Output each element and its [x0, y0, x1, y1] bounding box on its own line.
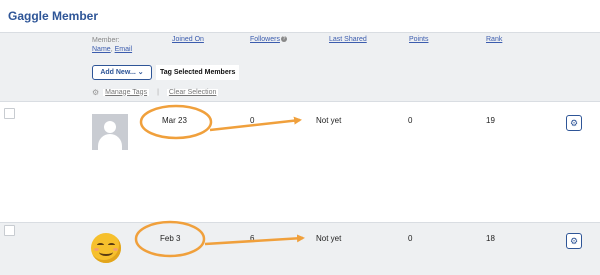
- points-cell: 0: [408, 116, 413, 125]
- followers-cell: 0: [250, 116, 255, 125]
- table-row: [0, 222, 600, 275]
- row-checkbox[interactable]: [4, 225, 15, 236]
- sort-by-name-link[interactable]: Name: [92, 46, 111, 53]
- points-cell: 0: [408, 234, 413, 243]
- followers-header-label: Followers: [250, 36, 280, 43]
- member-column-label: Member:: [92, 37, 120, 44]
- manage-tags-link[interactable]: Manage Tags: [103, 88, 150, 96]
- column-header-followers[interactable]: Followers?: [250, 36, 287, 43]
- clear-selection-link[interactable]: Clear Selection: [166, 88, 219, 96]
- gear-icon: ⚙: [569, 236, 579, 246]
- row-divider: [0, 205, 600, 222]
- followers-cell: 6: [250, 234, 255, 243]
- rank-cell: 19: [486, 116, 495, 125]
- rank-cell: 18: [486, 234, 495, 243]
- default-avatar-icon: [92, 114, 128, 150]
- chevron-down-icon: ⌄: [137, 69, 144, 76]
- column-header-member: Member: Name, Email: [92, 36, 132, 54]
- joined-on-cell: Mar 23: [162, 116, 187, 125]
- table-row: [0, 103, 600, 205]
- help-icon[interactable]: ?: [280, 36, 287, 42]
- row-checkbox[interactable]: [4, 108, 15, 119]
- column-header-joined-on[interactable]: Joined On: [172, 36, 204, 43]
- add-new-label: Add New...: [100, 69, 136, 76]
- joined-on-cell: Feb 3: [160, 234, 181, 243]
- separator: |: [157, 88, 159, 96]
- tag-actions: ⚙ Manage Tags | Clear Selection: [92, 86, 219, 98]
- page-title: Gaggle Member: [8, 9, 99, 23]
- table-header: [0, 32, 600, 102]
- row-settings-button[interactable]: ⚙: [566, 233, 582, 249]
- gear-icon: ⚙: [569, 118, 579, 128]
- column-header-rank[interactable]: Rank: [486, 36, 502, 43]
- add-new-button[interactable]: Add New... ⌄: [92, 65, 152, 80]
- smiley-emoji-avatar: [91, 233, 121, 263]
- last-shared-cell: Not yet: [316, 116, 342, 125]
- column-header-points[interactable]: Points: [409, 36, 428, 43]
- tag-selected-members-button[interactable]: Tag Selected Members: [156, 65, 240, 80]
- sort-by-email-link[interactable]: Email: [115, 46, 133, 53]
- row-settings-button[interactable]: ⚙: [566, 115, 582, 131]
- title-bar: Gaggle Member: [0, 0, 600, 32]
- column-header-last-shared[interactable]: Last Shared: [329, 36, 367, 43]
- last-shared-cell: Not yet: [316, 234, 342, 243]
- gear-icon: ⚙: [92, 87, 100, 97]
